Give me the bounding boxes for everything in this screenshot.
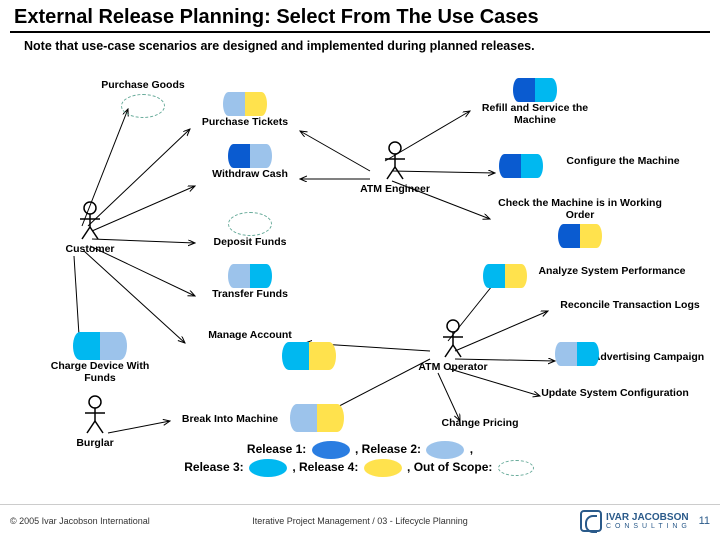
usecase-purchase-tickets: Purchase Tickets [190, 89, 300, 128]
diagram-canvas: Customer ATM Engineer ATM Operator Burgl… [0, 61, 720, 481]
usecase-label: Break Into Machine [160, 413, 300, 425]
usecase-deposit-funds: Deposit Funds [195, 209, 305, 248]
page-title: External Release Planning: Select From T… [0, 0, 720, 31]
ellipse-icon [513, 78, 535, 102]
ellipse-icon [223, 92, 245, 116]
legend-label: Release 1: [247, 442, 306, 456]
legend-swatch-oos [498, 460, 534, 476]
ellipse-icon [535, 78, 557, 102]
usecase-label: Refill and Service the Machine [470, 102, 600, 126]
usecase-refill-service: Refill and Service the Machine [470, 75, 600, 126]
footer-center: Iterative Project Management / 03 - Life… [0, 516, 720, 526]
usecase-label: Withdraw Cash [195, 168, 305, 180]
ellipse-icon [282, 342, 309, 370]
legend-label: , Release 4: [292, 460, 358, 474]
ellipse-icon [245, 92, 267, 116]
legend-swatch-r3 [249, 459, 287, 477]
actor-atm-operator: ATM Operator [408, 319, 498, 373]
usecase-update-config: Update System Configuration [520, 387, 710, 399]
usecase-transfer-funds: Transfer Funds [195, 261, 305, 300]
usecase-purchase-goods: Purchase Goods [88, 79, 198, 118]
legend-swatch-r4 [364, 459, 402, 477]
ellipse-icon [309, 342, 336, 370]
ellipse-icon [483, 264, 505, 288]
ellipse-icon [521, 154, 543, 178]
note-text: Note that use-case scenarios are designe… [0, 39, 720, 61]
usecase-label: Deposit Funds [195, 236, 305, 248]
ellipse-icon [290, 404, 317, 432]
ellipse-icon [73, 332, 100, 360]
ellipse-icon [228, 144, 250, 168]
usecase-manage-ellipse [282, 339, 336, 370]
stick-figure-icon [440, 319, 466, 359]
actor-atm-engineer: ATM Engineer [350, 141, 440, 195]
usecase-label: Analyze System Performance [522, 265, 702, 277]
legend-label: Release 3: [184, 460, 243, 474]
actor-label: ATM Engineer [350, 183, 440, 195]
logo-icon [580, 510, 602, 532]
ellipse-icon [580, 224, 602, 248]
actor-label: Customer [50, 243, 130, 255]
ellipse-icon [228, 212, 272, 236]
usecase-charge-device: Charge Device With Funds [40, 329, 160, 384]
legend-label: , Release 2: [355, 442, 421, 456]
page-footer: © 2005 Ivar Jacobson International Itera… [0, 504, 720, 536]
usecase-configure-ellipse [496, 151, 546, 178]
usecase-run-ads-ellipse [552, 339, 602, 366]
stick-figure-icon [77, 201, 103, 241]
ellipse-icon [317, 404, 344, 432]
actor-customer: Customer [50, 201, 130, 255]
ellipse-icon [577, 342, 599, 366]
usecase-label: Change Pricing [420, 417, 540, 429]
ellipse-icon [505, 264, 527, 288]
usecase-configure: Configure the Machine [548, 155, 698, 167]
ellipse-icon [499, 154, 521, 178]
usecase-analyze-ellipse [480, 261, 530, 288]
usecase-check-working: Check the Machine is in Working Order [490, 197, 670, 248]
ellipse-icon [100, 332, 127, 360]
usecase-label: Purchase Tickets [190, 116, 300, 128]
usecase-change-pricing: Change Pricing [420, 417, 540, 429]
usecase-label: Transfer Funds [195, 288, 305, 300]
usecase-label: Purchase Goods [88, 79, 198, 91]
legend-swatch-r2 [426, 441, 464, 459]
stick-figure-icon [382, 141, 408, 181]
usecase-analyze-perf: Analyze System Performance [522, 265, 702, 277]
legend-label: , Out of Scope: [407, 460, 492, 474]
ellipse-icon [250, 144, 272, 168]
usecase-withdraw-cash: Withdraw Cash [195, 141, 305, 180]
actor-label: ATM Operator [408, 361, 498, 373]
usecase-break-into: Break Into Machine [160, 413, 300, 425]
ellipse-icon [228, 264, 250, 288]
ellipse-icon [558, 224, 580, 248]
usecase-break-ellipse [290, 401, 344, 432]
stick-figure-icon [82, 395, 108, 435]
usecase-label: Update System Configuration [520, 387, 710, 399]
legend-swatch-r1 [312, 441, 350, 459]
ellipse-icon [555, 342, 577, 366]
usecase-label: Check the Machine is in Working Order [490, 197, 670, 221]
usecase-reconcile: Reconcile Transaction Logs [545, 299, 715, 311]
usecase-label: Charge Device With Funds [40, 360, 160, 384]
ellipse-icon [250, 264, 272, 288]
release-legend: Release 1: , Release 2: , Release 3: , R… [0, 441, 720, 477]
usecase-label: Configure the Machine [548, 155, 698, 167]
title-underline [10, 31, 710, 33]
usecase-label: Reconcile Transaction Logs [545, 299, 715, 311]
ellipse-icon [121, 94, 165, 118]
